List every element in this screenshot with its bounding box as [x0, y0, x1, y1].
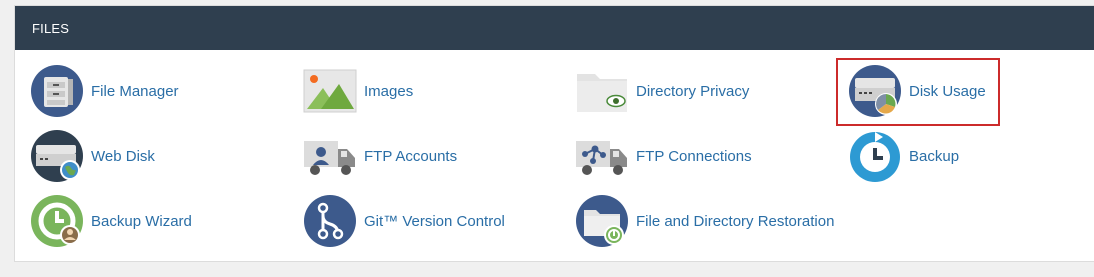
backup-icon	[848, 129, 902, 183]
disk-usage-icon	[848, 64, 902, 118]
ftp-connections-icon	[575, 129, 629, 183]
images-link[interactable]: Images	[303, 63, 413, 119]
file-manager-icon	[30, 64, 84, 118]
ftp-accounts-icon	[303, 129, 357, 183]
backup-wizard-label: Backup Wizard	[91, 212, 192, 230]
images-label: Images	[364, 82, 414, 100]
git-version-control-icon	[303, 194, 357, 248]
git-version-control-label: Git™ Version Control	[364, 212, 505, 230]
backup-label: Backup	[909, 147, 960, 165]
section-title: FILES	[32, 21, 70, 36]
file-directory-restoration-label: File and Directory Restoration	[636, 212, 835, 230]
ftp-accounts-link[interactable]: FTP Accounts	[303, 128, 457, 184]
ftp-connections-label: FTP Connections	[636, 147, 752, 165]
git-version-control-link[interactable]: Git™ Version Control	[303, 193, 505, 249]
web-disk-link[interactable]: Web Disk	[30, 128, 155, 184]
file-manager-label: File Manager	[91, 82, 179, 100]
backup-wizard-icon	[30, 194, 84, 248]
file-directory-restoration-link[interactable]: File and Directory Restoration	[575, 193, 834, 249]
directory-privacy-label: Directory Privacy	[636, 82, 750, 100]
backup-link[interactable]: Backup	[848, 128, 959, 184]
panel-header: FILES	[15, 6, 1094, 50]
disk-usage-link[interactable]: Disk Usage	[848, 63, 986, 119]
images-icon	[303, 64, 357, 118]
web-disk-label: Web Disk	[91, 147, 155, 165]
file-manager-link[interactable]: File Manager	[30, 63, 179, 119]
ftp-connections-link[interactable]: FTP Connections	[575, 128, 752, 184]
file-directory-restoration-icon	[575, 194, 629, 248]
web-disk-icon	[30, 129, 84, 183]
page-background-strip	[0, 262, 1094, 277]
directory-privacy-link[interactable]: Directory Privacy	[575, 63, 749, 119]
directory-privacy-icon	[575, 64, 629, 118]
ftp-accounts-label: FTP Accounts	[364, 147, 458, 165]
backup-wizard-link[interactable]: Backup Wizard	[30, 193, 192, 249]
disk-usage-label: Disk Usage	[909, 82, 986, 100]
